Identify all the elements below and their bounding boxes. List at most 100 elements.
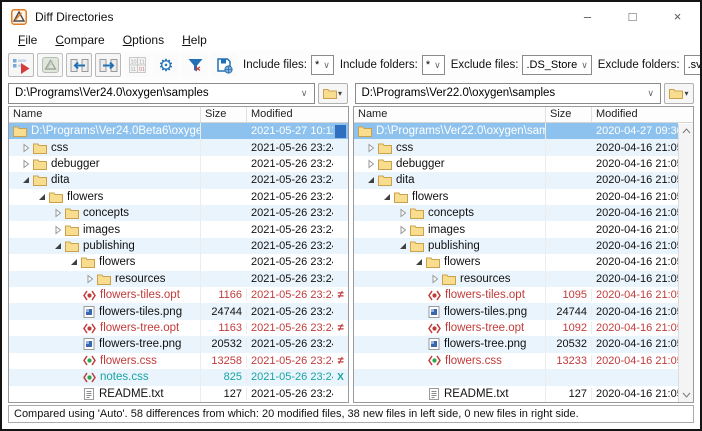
exclude-files-label: Exclude files:: [451, 59, 519, 71]
collapse-arrow-icon[interactable]: [380, 192, 394, 202]
collapse-arrow-icon[interactable]: [364, 175, 378, 185]
tree-row-debugger[interactable]: debugger2021-05-26 23:24...: [9, 156, 348, 172]
tree-row-flowers.css[interactable]: flowers.css132582021-05-26 23:24...≠: [9, 353, 348, 369]
left-column-header-size[interactable]: Size: [201, 107, 247, 122]
opt-icon: [428, 323, 441, 334]
tree-row-flowers-tree.png[interactable]: flowers-tree.png205322020-04-16 21:05...: [354, 336, 678, 352]
settings-button[interactable]: ⚙: [153, 53, 179, 77]
expand-arrow-icon[interactable]: [51, 208, 65, 218]
item-name: dita: [51, 174, 70, 186]
close-button[interactable]: ×: [655, 2, 700, 31]
right-browse-folder-button[interactable]: ▾: [664, 83, 694, 104]
tree-row-flowers[interactable]: flowers2021-05-26 23:24...: [9, 254, 348, 270]
item-name: resources: [460, 273, 511, 285]
menu-item-options[interactable]: Options: [115, 32, 172, 49]
tree-row-debugger[interactable]: debugger2020-04-16 21:05...: [354, 156, 678, 172]
collapse-arrow-icon[interactable]: [51, 241, 65, 251]
item-modified: 2020-04-16 21:05...: [592, 207, 678, 219]
tree-row-dita[interactable]: dita2021-05-26 23:24...: [9, 172, 348, 188]
tree-row-dita[interactable]: dita2020-04-16 21:05...: [354, 172, 678, 188]
tree-row-css[interactable]: css2021-05-26 23:24...: [9, 139, 348, 155]
item-modified: 2021-05-26 23:24...: [247, 338, 333, 350]
tree-row-flowers-tree.opt[interactable]: flowers-tree.opt10922020-04-16 21:05...: [354, 320, 678, 336]
include-files-combo[interactable]: *∨: [311, 55, 334, 75]
expand-arrow-icon[interactable]: [364, 159, 378, 169]
binary-compare-button: 10111101: [124, 53, 150, 77]
tree-row-images[interactable]: images2021-05-26 23:24...: [9, 221, 348, 237]
tree-row-flowers[interactable]: flowers2021-05-26 23:24...: [9, 189, 348, 205]
menu-item-help[interactable]: Help: [174, 32, 215, 49]
tree-row-d-programs-ver22.0-oxygen-samples[interactable]: D:\Programs\Ver22.0\oxygen\samples2020-0…: [354, 123, 678, 139]
copy-all-to-right-button[interactable]: [95, 53, 121, 77]
save-report-button[interactable]: [211, 53, 237, 77]
item-modified: 2020-04-16 21:05...: [592, 256, 678, 268]
left-path-combo[interactable]: D:\Programs\Ver24.0\oxygen\samples ∨: [8, 83, 315, 104]
right-path-combo[interactable]: D:\Programs\Ver22.0\oxygen\samples ∨: [355, 83, 662, 104]
copy-all-to-left-button[interactable]: [66, 53, 92, 77]
left-browse-folder-button[interactable]: ▾: [318, 83, 348, 104]
menu-item-compare[interactable]: Compare: [47, 32, 112, 49]
tree-row-flowers.css[interactable]: flowers.css132332020-04-16 21:05...: [354, 353, 678, 369]
left-column-header-modified[interactable]: Modified: [247, 107, 348, 122]
tree-row-readme.txt[interactable]: README.txt1272021-05-26 23:24...: [9, 386, 348, 402]
tree-row-resources[interactable]: resources2020-04-16 21:05...: [354, 271, 678, 287]
exclude-files-combo[interactable]: .DS_Store∨: [522, 55, 591, 75]
left-column-header-name[interactable]: Name: [9, 107, 201, 122]
perform-directories-comparison-button[interactable]: [8, 53, 34, 77]
tree-row-notes.css[interactable]: notes.css8252021-05-26 23:24...X: [9, 369, 348, 385]
expand-arrow-icon[interactable]: [396, 225, 410, 235]
item-name: flowers: [412, 191, 448, 203]
tree-row-flowers-tiles.opt[interactable]: flowers-tiles.opt10952020-04-16 21:05...: [354, 287, 678, 303]
right-directory-pane: NameSizeModifiedD:\Programs\Ver22.0\oxyg…: [353, 106, 694, 403]
item-modified: 2021-05-26 23:24...: [247, 289, 333, 301]
expand-arrow-icon[interactable]: [19, 143, 33, 153]
expand-arrow-icon[interactable]: [51, 225, 65, 235]
collapse-arrow-icon[interactable]: [396, 241, 410, 251]
right-column-header-size[interactable]: Size: [546, 107, 592, 122]
tree-row-resources[interactable]: resources2021-05-26 23:24...: [9, 271, 348, 287]
include-folders-combo[interactable]: *∨: [422, 55, 445, 75]
dropdown-arrow-icon: ▾: [338, 89, 342, 98]
svg-text:10: 10: [130, 60, 136, 66]
minimize-button[interactable]: –: [565, 2, 610, 31]
expand-arrow-icon[interactable]: [396, 208, 410, 218]
scroll-down-icon[interactable]: [679, 388, 693, 402]
tree-row-flowers-tree.opt[interactable]: flowers-tree.opt11632021-05-26 23:24...≠: [9, 320, 348, 336]
collapse-arrow-icon[interactable]: [35, 192, 49, 202]
tree-row-flowers-tiles.png[interactable]: flowers-tiles.png247442021-05-26 23:24..…: [9, 303, 348, 319]
tree-row-images[interactable]: images2020-04-16 21:05...: [354, 221, 678, 237]
filter-button[interactable]: [182, 53, 208, 77]
right-pane-rows: D:\Programs\Ver22.0\oxygen\samples2020-0…: [354, 123, 678, 402]
tree-row-publishing[interactable]: publishing2021-05-26 23:24...: [9, 238, 348, 254]
tree-row-publishing[interactable]: publishing2020-04-16 21:05...: [354, 238, 678, 254]
menu-item-file[interactable]: File: [10, 32, 45, 49]
window-title: Diff Directories: [35, 10, 565, 24]
scroll-up-icon[interactable]: [679, 124, 693, 138]
tree-row-d-programs-ver24.0beta6-oxygen-samples[interactable]: D:\Programs\Ver24.0Beta6\oxygen\samples2…: [9, 123, 348, 139]
expand-arrow-icon[interactable]: [364, 143, 378, 153]
collapse-arrow-icon[interactable]: [19, 175, 33, 185]
right-column-header-modified[interactable]: Modified: [592, 107, 693, 122]
expand-arrow-icon[interactable]: [19, 159, 33, 169]
tree-row-flowers[interactable]: flowers2020-04-16 21:05...: [354, 189, 678, 205]
maximize-button[interactable]: □: [610, 2, 655, 31]
tree-row-flowers-tiles.png[interactable]: flowers-tiles.png247442020-04-16 21:05..…: [354, 303, 678, 319]
item-modified: 2020-04-16 21:05...: [592, 224, 678, 236]
status-row: Compared using 'Auto'. 58 differences fr…: [2, 403, 700, 429]
tree-row-css[interactable]: css2020-04-16 21:05...: [354, 139, 678, 155]
exclude-folders-combo[interactable]: .svn,_svn,.git∨: [684, 55, 702, 75]
tree-row-concepts[interactable]: concepts2021-05-26 23:24...: [9, 205, 348, 221]
expand-arrow-icon[interactable]: [83, 274, 97, 284]
collapse-arrow-icon[interactable]: [412, 257, 426, 267]
tree-row-flowers[interactable]: flowers2020-04-16 21:05...: [354, 254, 678, 270]
tree-row-flowers-tiles.opt[interactable]: flowers-tiles.opt11662021-05-26 23:24...…: [9, 287, 348, 303]
right-vertical-scrollbar[interactable]: [678, 124, 693, 402]
tree-row-concepts[interactable]: concepts2020-04-16 21:05...: [354, 205, 678, 221]
tree-row-flowers-tree.png[interactable]: flowers-tree.png205322021-05-26 23:24...: [9, 336, 348, 352]
right-column-header-name[interactable]: Name: [354, 107, 546, 122]
right-pane-header: NameSizeModified: [354, 107, 693, 123]
expand-arrow-icon[interactable]: [428, 274, 442, 284]
collapse-arrow-icon[interactable]: [67, 257, 81, 267]
item-modified: 2021-05-26 23:24...: [247, 371, 333, 383]
tree-row-readme.txt[interactable]: README.txt1272020-04-16 21:05...: [354, 386, 678, 402]
